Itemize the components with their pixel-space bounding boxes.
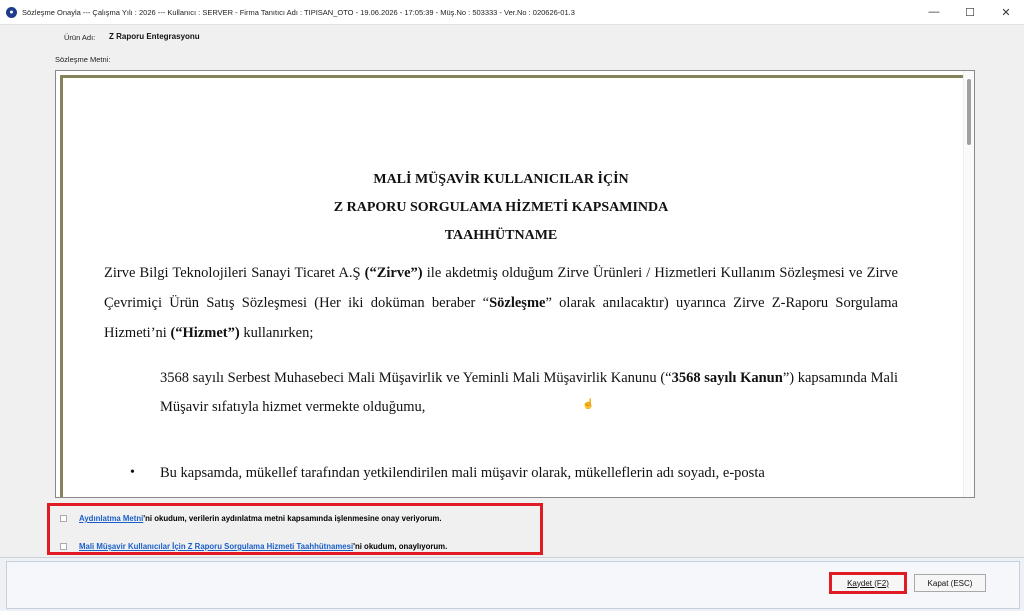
contract-text-viewer[interactable]: MALİ MÜŞAVİR KULLANICILAR İÇİN Z RAPORU … <box>55 70 975 498</box>
intro-paragraph: Zirve Bilgi Teknolojileri Sanayi Ticaret… <box>104 258 898 348</box>
save-button[interactable]: Kaydet (F2) <box>829 572 907 594</box>
window-controls: — ☐ ✕ <box>916 0 1024 24</box>
bullet-text: Bu kapsamda, mükellef tarafından yetkile… <box>160 465 765 481</box>
undertaking-consent-checkbox[interactable] <box>60 543 67 550</box>
maximize-button[interactable]: ☐ <box>952 0 988 24</box>
product-name: Z Raporu Entegrasyonu <box>109 32 200 41</box>
document-title-line1: MALİ MÜŞAVİR KULLANICILAR İÇİN <box>373 172 629 187</box>
contract-label: Sözleşme Metni: <box>55 55 111 64</box>
close-button[interactable]: Kapat (ESC) <box>914 574 986 592</box>
document-title-line3: TAAHHÜTNAME <box>444 228 558 243</box>
intro-text-a: Zirve Bilgi Teknolojileri Sanayi Ticaret… <box>104 265 365 281</box>
document-title: MALİ MÜŞAVİR KULLANICILAR İÇİN Z RAPORU … <box>104 169 898 247</box>
intro-hizmet-term: (“Hizmet”) <box>170 325 240 341</box>
law-term: 3568 sayılı Kanun <box>671 370 783 386</box>
consent-item-privacy: Aydınlatma Metni 'ni okudum, verilerin a… <box>60 514 442 523</box>
consent-item-undertaking: Mali Müşavir Kullanıcılar İçin Z Raporu … <box>60 542 447 551</box>
product-label: Ürün Adı: <box>64 33 96 42</box>
save-button-label: Kaydet (F2) <box>847 578 889 588</box>
privacy-consent-text: 'ni okudum, verilerin aydınlatma metni k… <box>143 514 442 523</box>
hand-cursor-icon: ☝ <box>582 399 595 410</box>
bullet-item: • Bu kapsamda, mükellef tarafından yetki… <box>104 458 898 488</box>
law-text-a: 3568 sayılı Serbest Muhasebeci Mali Müşa… <box>160 370 672 386</box>
bullet-icon: • <box>130 465 135 480</box>
intro-zirve-term: (“Zirve”) <box>364 265 423 281</box>
intro-sozlesme-term: Sözleşme <box>489 295 546 311</box>
document-content: MALİ MÜŞAVİR KULLANICILAR İÇİN Z RAPORU … <box>104 169 898 488</box>
app-logo-icon: ● <box>6 6 17 18</box>
title-bar: ● Sözleşme Onayla --- Çalışma Yılı : 202… <box>0 0 1024 25</box>
scrollbar-thumb[interactable] <box>967 79 971 145</box>
window-title: Sözleşme Onayla --- Çalışma Yılı : 2026 … <box>22 7 575 17</box>
consent-section: Aydınlatma Metni 'ni okudum, verilerin a… <box>47 503 543 555</box>
law-paragraph: 3568 sayılı Serbest Muhasebeci Mali Müşa… <box>104 364 898 422</box>
minimize-button[interactable]: — <box>916 0 952 24</box>
undertaking-consent-text: 'ni okudum, onaylıyorum. <box>353 542 448 551</box>
close-window-button[interactable]: ✕ <box>988 0 1024 24</box>
document-title-line2: Z RAPORU SORGULAMA HİZMETİ KAPSAMINDA <box>333 200 669 215</box>
undertaking-link[interactable]: Mali Müşavir Kullanıcılar İçin Z Raporu … <box>79 542 353 551</box>
privacy-consent-checkbox[interactable] <box>60 515 67 522</box>
intro-text-g: kullanırken; <box>239 325 314 341</box>
vertical-scrollbar[interactable] <box>963 71 974 497</box>
privacy-notice-link[interactable]: Aydınlatma Metni <box>79 514 143 523</box>
